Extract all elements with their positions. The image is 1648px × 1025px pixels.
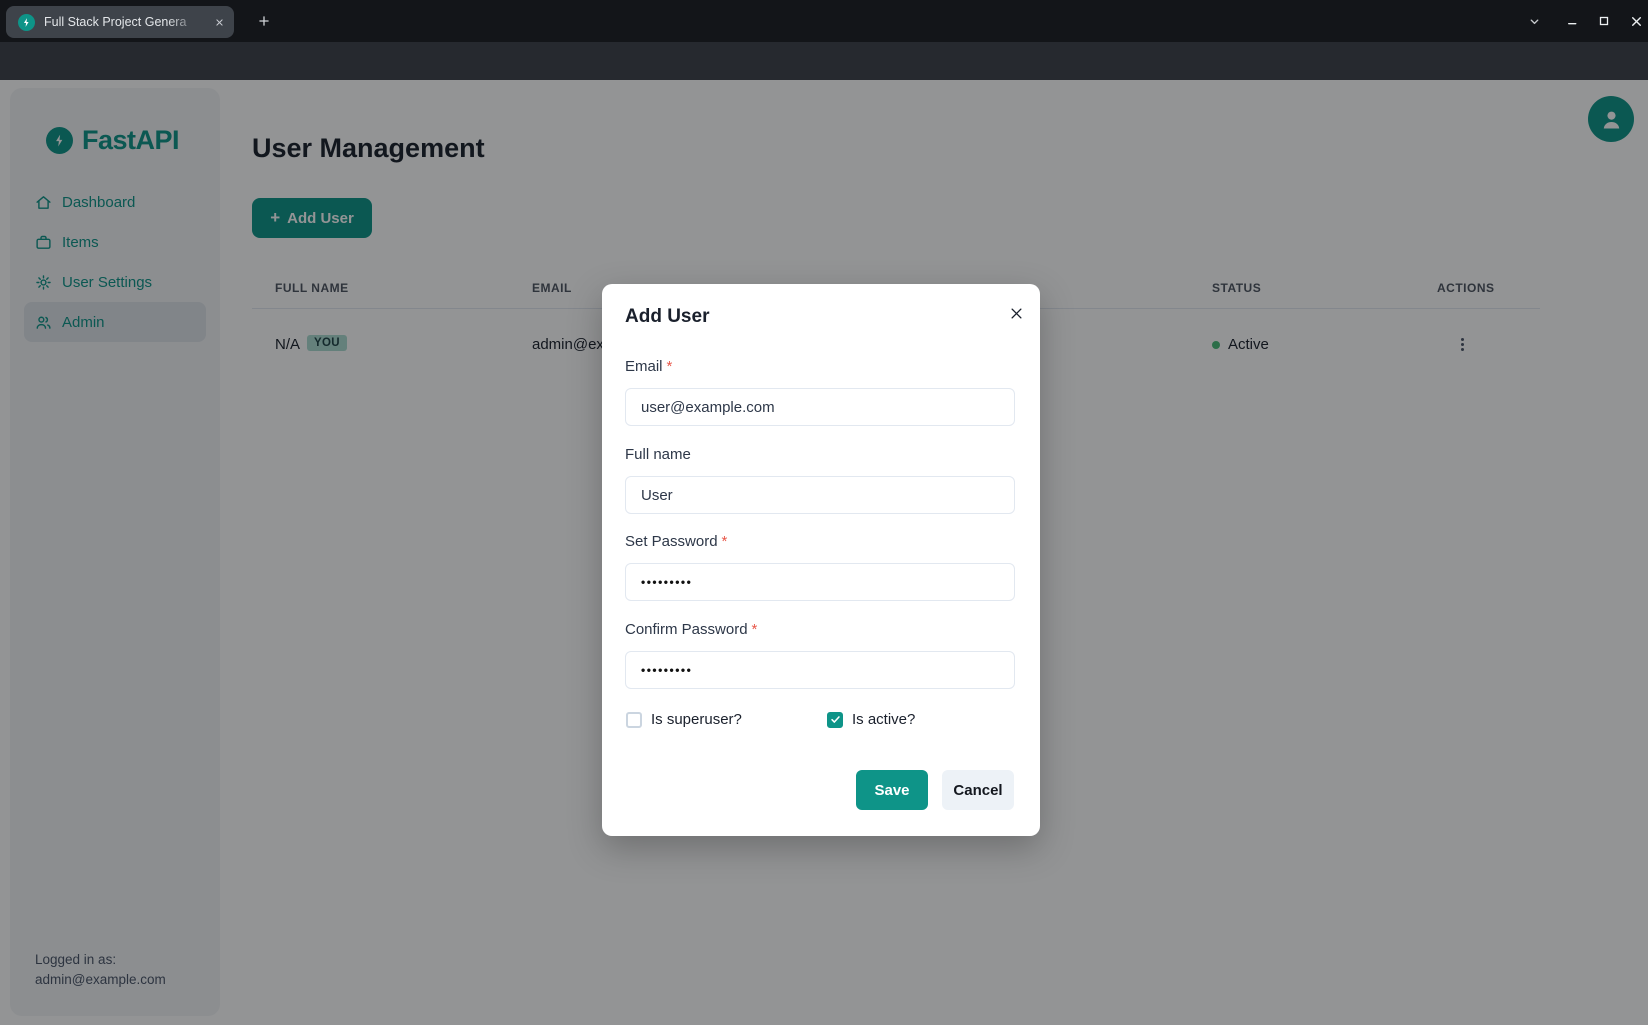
required-marker: * [667, 358, 673, 375]
tab-title: Full Stack Project Genera [44, 15, 202, 29]
browser-tab-strip: Full Stack Project Genera [0, 0, 1648, 42]
save-button[interactable]: Save [856, 770, 928, 810]
is-superuser-checkbox[interactable]: Is superuser? [626, 711, 742, 728]
cancel-button[interactable]: Cancel [942, 770, 1014, 810]
required-marker: * [722, 533, 728, 550]
set-password-label: Set Password* [625, 533, 727, 550]
full-name-label: Full name [625, 446, 691, 463]
window-maximize-button[interactable] [1590, 7, 1618, 35]
window-minimize-button[interactable] [1558, 7, 1586, 35]
full-name-field[interactable] [625, 476, 1015, 514]
email-field[interactable] [625, 388, 1015, 426]
confirm-password-field[interactable] [625, 651, 1015, 689]
is-active-label: Is active? [852, 711, 915, 728]
page-viewport: FastAPI Dashboard Items User Settings Ad… [0, 80, 1648, 1025]
is-active-checkbox[interactable]: Is active? [827, 711, 915, 728]
required-marker: * [752, 621, 758, 638]
window-close-button[interactable] [1622, 7, 1648, 35]
email-label: Email* [625, 358, 672, 375]
tab-close-icon[interactable] [211, 14, 227, 30]
modal-title: Add User [625, 306, 709, 328]
fastapi-favicon-icon [18, 14, 35, 31]
tab-search-chevron-icon[interactable] [1520, 7, 1548, 35]
new-tab-button[interactable] [252, 9, 276, 33]
checkbox-unchecked-icon[interactable] [626, 712, 642, 728]
modal-close-icon[interactable] [1000, 297, 1032, 329]
is-superuser-label: Is superuser? [651, 711, 742, 728]
checkbox-checked-icon[interactable] [827, 712, 843, 728]
browser-navbar: i localhost/admin 1 [0, 42, 1648, 80]
add-user-modal: Add User Email* Full name Set Password* … [602, 284, 1040, 836]
confirm-password-label: Confirm Password* [625, 621, 757, 638]
browser-tab[interactable]: Full Stack Project Genera [6, 6, 234, 38]
set-password-field[interactable] [625, 563, 1015, 601]
